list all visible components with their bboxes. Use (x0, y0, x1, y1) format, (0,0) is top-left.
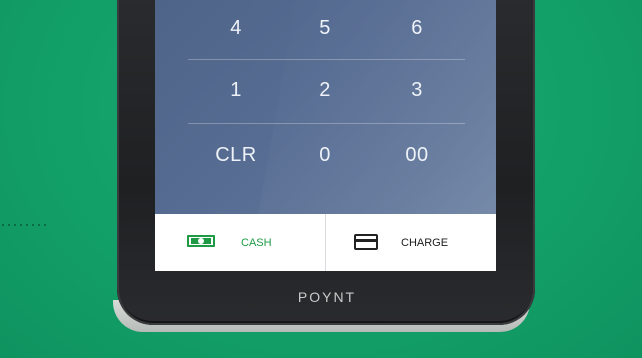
keypad-row: 1 2 3 (155, 58, 496, 122)
brand-logo: POYNT (297, 289, 357, 305)
cash-label: CASH (241, 237, 272, 249)
charge-label: CHARGE (401, 237, 449, 249)
cash-button[interactable]: CASH (155, 214, 325, 271)
key-3[interactable]: 3 (360, 58, 474, 122)
number-keypad: 4 5 6 1 2 3 CLR 0 00 (155, 0, 496, 214)
card-icon (354, 234, 378, 250)
payment-actions-bar: CASH CHARGE (155, 214, 496, 271)
keypad-row: 4 5 6 (155, 0, 496, 60)
keypad-row: CLR 0 00 (155, 123, 496, 187)
key-6[interactable]: 6 (360, 0, 474, 60)
dotted-connector (0, 224, 48, 226)
terminal-screen: 4 5 6 1 2 3 CLR 0 00 CASH CHARGE (155, 0, 496, 271)
key-00[interactable]: 00 (360, 123, 474, 187)
cash-icon (187, 235, 215, 247)
charge-button[interactable]: CHARGE (325, 214, 496, 271)
